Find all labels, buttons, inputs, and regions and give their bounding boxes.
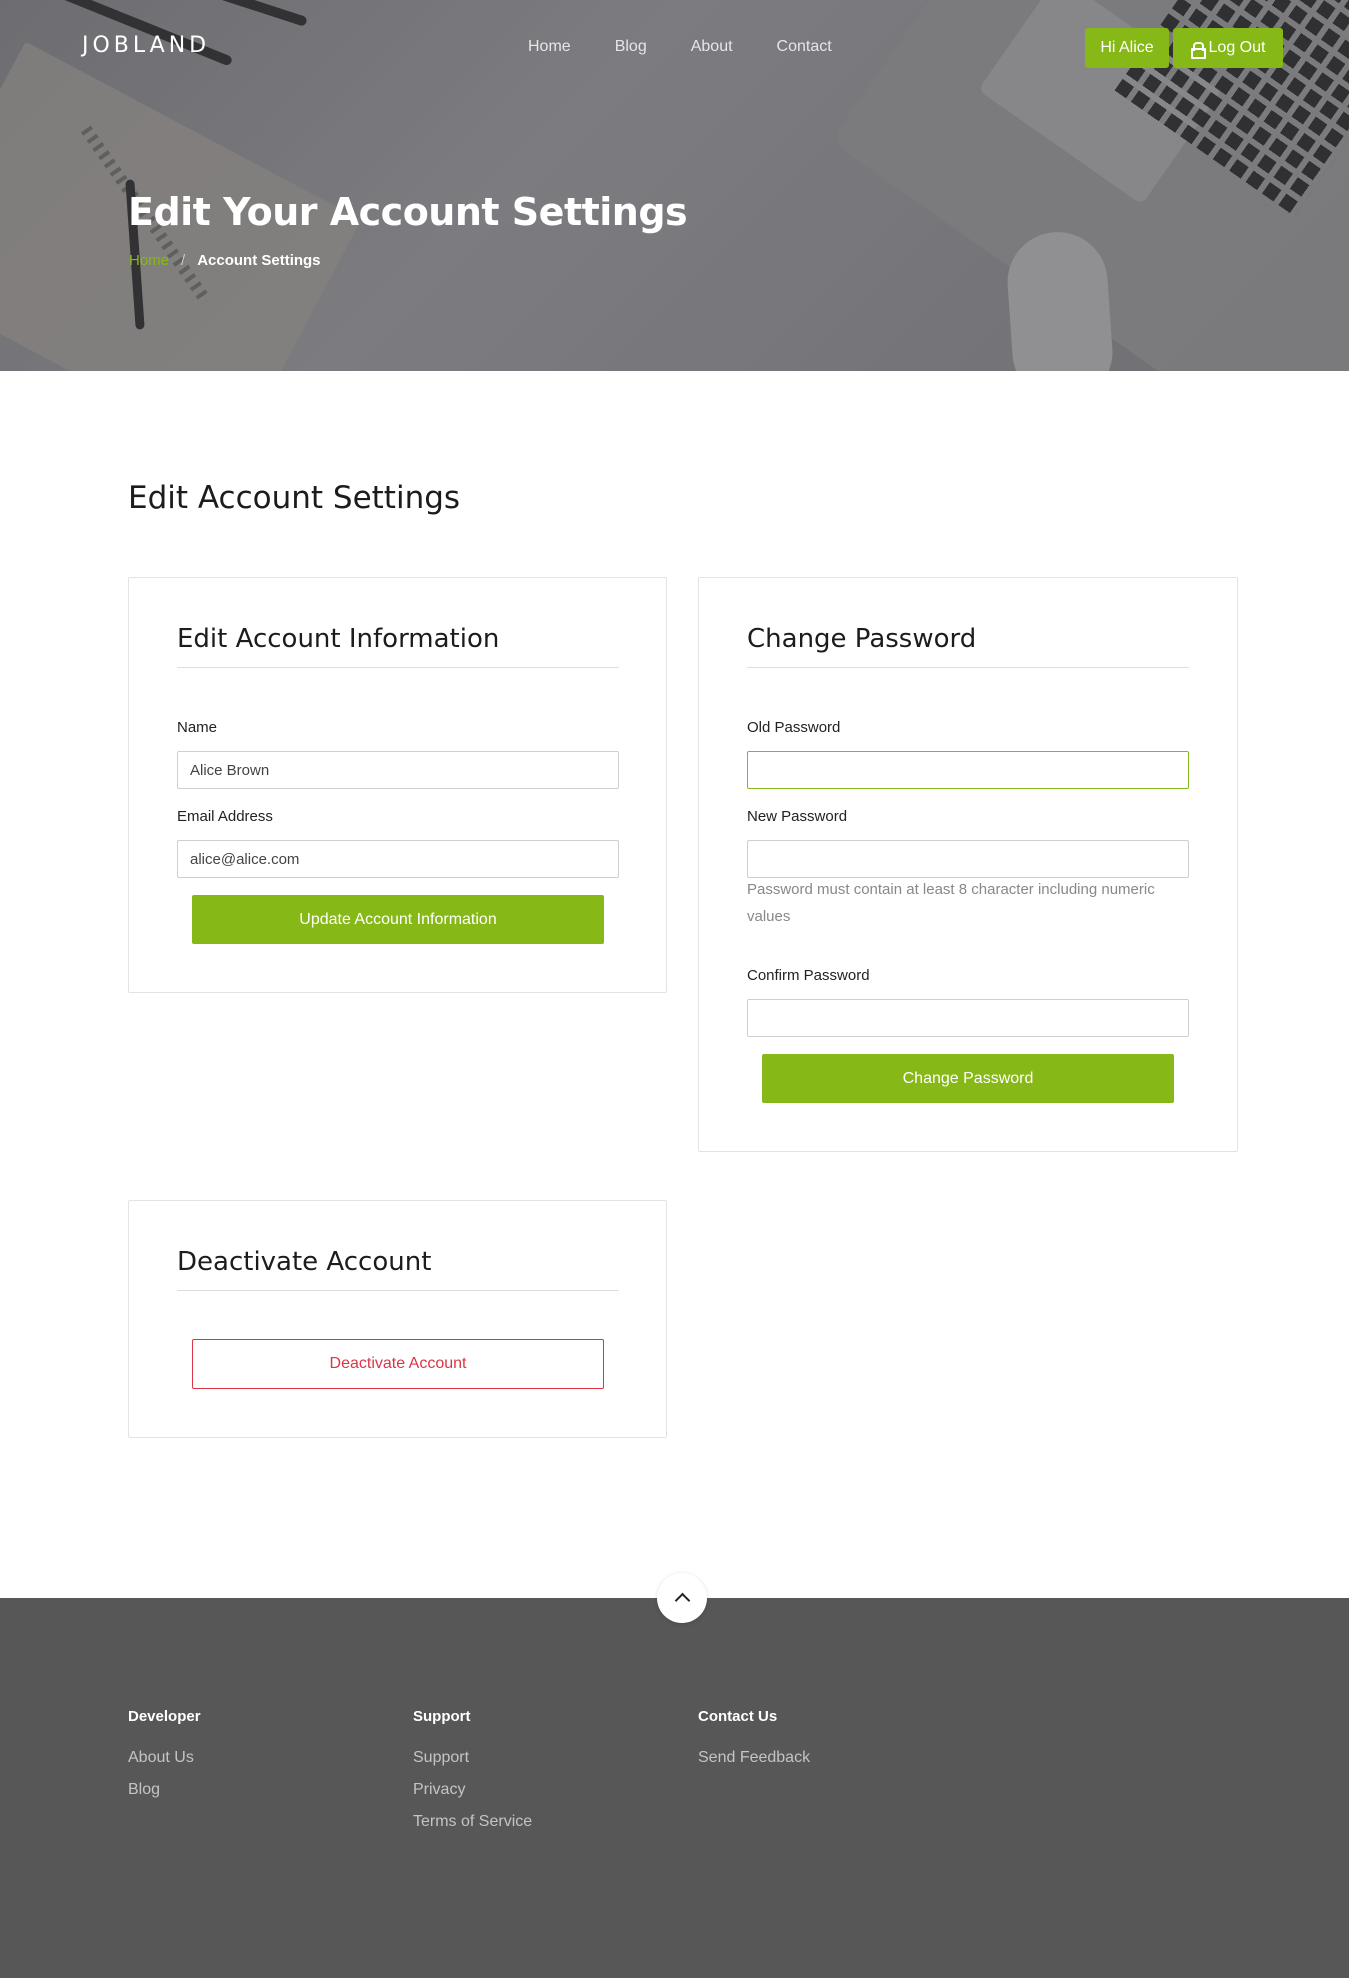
breadcrumb-home[interactable]: Home [129,252,169,269]
old-password-input[interactable] [747,751,1189,789]
logout-label: Log Out [1208,39,1266,56]
footer-link-privacy[interactable]: Privacy [413,1781,532,1799]
lock-icon [1190,41,1206,59]
footer-column-contact: Contact Us Send Feedback [698,1708,810,1781]
footer-heading: Support [413,1708,471,1725]
account-info-title: Edit Account Information [177,624,500,654]
brand-logo[interactable]: JOBLAND [82,33,210,58]
breadcrumb-current: Account Settings [197,252,321,269]
email-label: Email Address [177,808,273,825]
chevron-up-icon [674,1592,690,1609]
breadcrumb: Home / Account Settings [129,252,321,269]
name-input[interactable] [177,751,619,789]
change-password-button[interactable]: Change Password [762,1054,1174,1103]
email-input[interactable] [177,840,619,878]
footer-column-developer: Developer About Us Blog [128,1708,201,1813]
divider [747,667,1189,668]
footer-column-support: Support Support Privacy Terms of Service [413,1708,532,1845]
confirm-password-input[interactable] [747,999,1189,1037]
nav-contact[interactable]: Contact [777,38,832,56]
deactivate-title: Deactivate Account [177,1247,432,1277]
change-password-card: Change Password Old Password New Passwor… [698,577,1238,1152]
divider [177,1290,619,1291]
footer-link-terms[interactable]: Terms of Service [413,1813,532,1831]
section-title: Edit Account Settings [128,480,461,516]
logout-button[interactable]: Log Out [1173,28,1283,68]
breadcrumb-separator: / [181,252,186,269]
main-nav: Home Blog About Contact [528,38,876,56]
footer-link-support[interactable]: Support [413,1749,532,1767]
footer-link-send-feedback[interactable]: Send Feedback [698,1749,810,1767]
nav-home[interactable]: Home [528,38,571,56]
scroll-top-button[interactable] [657,1573,707,1623]
new-password-input[interactable] [747,840,1189,878]
old-password-label: Old Password [747,719,841,736]
footer-link-about-us[interactable]: About Us [128,1749,201,1767]
nav-blog[interactable]: Blog [615,38,647,56]
password-hint: Password must contain at least 8 charact… [747,881,1155,925]
footer-heading: Contact Us [698,1708,778,1725]
footer-link-blog[interactable]: Blog [128,1781,201,1799]
user-greeting-label: Hi Alice [1100,39,1154,56]
name-label: Name [177,719,218,736]
confirm-password-label: Confirm Password [747,967,870,984]
footer-heading: Developer [128,1708,201,1725]
hero-banner: JOBLAND Home Blog About Contact Hi Alice… [0,0,1349,371]
update-account-button[interactable]: Update Account Information [192,895,604,944]
account-info-card: Edit Account Information Name Email Addr… [128,577,667,993]
divider [177,667,619,668]
deactivate-account-button[interactable]: Deactivate Account [192,1339,604,1389]
change-password-title: Change Password [747,624,977,654]
nav-about[interactable]: About [691,38,733,56]
deactivate-card: Deactivate Account Deactivate Account [128,1200,667,1438]
page-title: Edit Your Account Settings [128,190,688,234]
user-greeting-button[interactable]: Hi Alice [1085,28,1169,68]
new-password-label: New Password [747,808,848,825]
footer [0,1598,1349,1978]
